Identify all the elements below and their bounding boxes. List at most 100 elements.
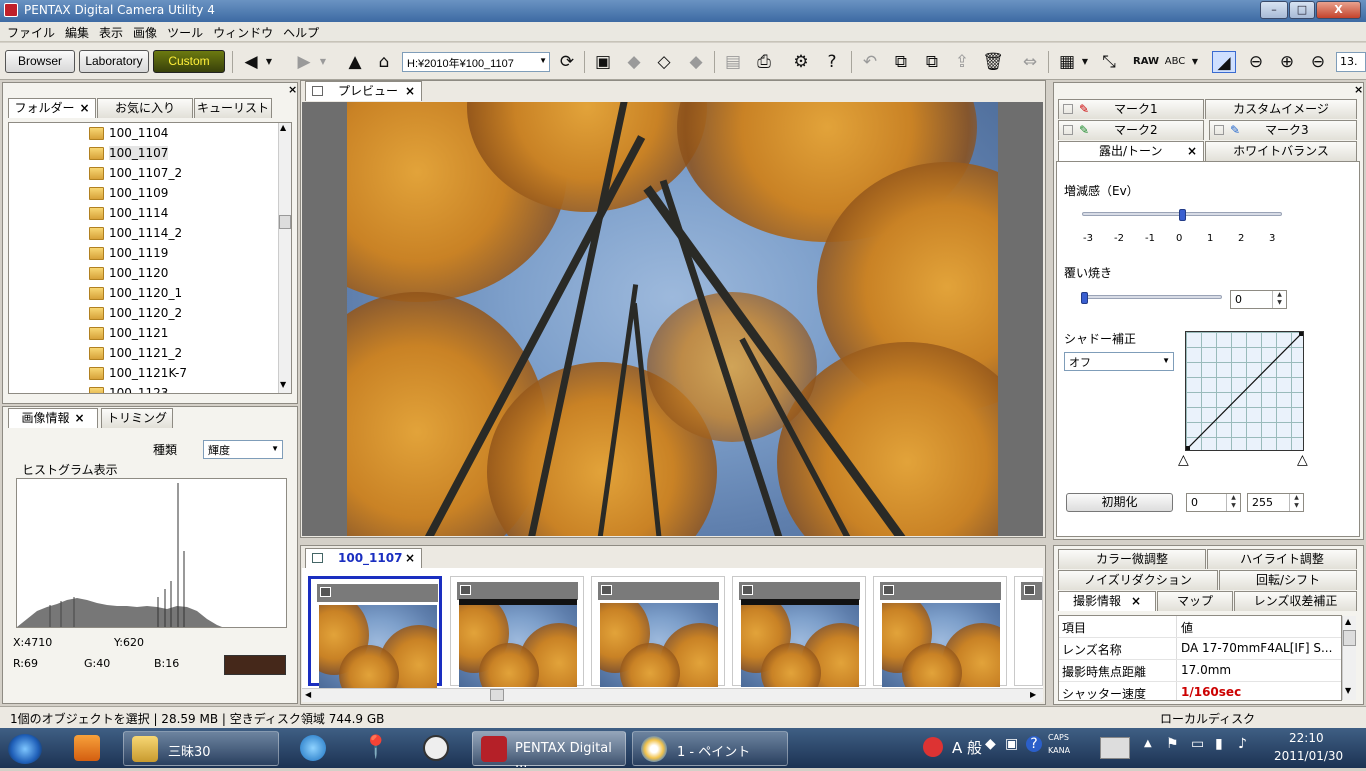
- forward-history-dropdown-icon[interactable]: ▼: [316, 51, 330, 73]
- close-icon[interactable]: ×: [79, 101, 89, 115]
- close-button[interactable]: X: [1316, 1, 1361, 19]
- scroll-thumb[interactable]: [1343, 630, 1356, 646]
- scroll-down-icon[interactable]: ▼: [1345, 686, 1351, 695]
- window-layout-icon[interactable]: ▣: [591, 51, 615, 73]
- handwriting-icon[interactable]: [1100, 737, 1130, 759]
- tab-preview[interactable]: プレビュー ×: [305, 81, 422, 101]
- laboratory-button[interactable]: Laboratory: [79, 50, 149, 73]
- scroll-thumb[interactable]: [490, 689, 504, 701]
- tab-thumbnails[interactable]: 100_1107 ×: [305, 548, 422, 568]
- burn-slider-knob[interactable]: [1081, 292, 1088, 304]
- thumbnail-item[interactable]: [450, 576, 584, 687]
- tab-image-info[interactable]: 画像情報 ×: [8, 408, 98, 428]
- task-paint[interactable]: 1 - ペイント: [632, 731, 788, 766]
- tab-mark3[interactable]: ✎ マーク3: [1209, 120, 1357, 140]
- help-icon[interactable]: ?: [820, 51, 844, 73]
- tab-mark2[interactable]: ✎ マーク2: [1058, 120, 1204, 140]
- menu-window[interactable]: ウィンドウ: [208, 22, 278, 43]
- shadow-select[interactable]: オフ ▼: [1064, 352, 1174, 371]
- up-arrow-icon[interactable]: ▲: [343, 51, 367, 73]
- tab-shooting-info[interactable]: 撮影情報 ×: [1058, 591, 1156, 611]
- close-icon[interactable]: ×: [74, 411, 84, 425]
- folder-item[interactable]: 100_1123: [9, 384, 279, 393]
- ev-slider-knob[interactable]: [1179, 209, 1186, 221]
- tab-white-balance[interactable]: ホワイトバランス: [1205, 141, 1357, 161]
- tab-rotate-shift[interactable]: 回転/シフト: [1219, 570, 1357, 590]
- tab-color-adjust[interactable]: カラー微調整: [1058, 549, 1206, 569]
- folder-item[interactable]: 100_1114: [9, 204, 279, 224]
- tab-mark1[interactable]: ✎ マーク1: [1058, 99, 1204, 119]
- menu-view[interactable]: 表示: [94, 22, 128, 43]
- tab-highlight-adjust[interactable]: ハイライト調整: [1207, 549, 1357, 569]
- minimize-button[interactable]: –: [1260, 1, 1288, 19]
- info-table-scrollbar[interactable]: ▲ ▼: [1342, 616, 1356, 700]
- diamond-prev-icon[interactable]: ◆: [622, 51, 646, 73]
- folder-item[interactable]: 100_1121: [9, 324, 279, 344]
- zoom-out-icon[interactable]: ⊖: [1244, 51, 1268, 73]
- preview-area[interactable]: [302, 102, 1043, 536]
- histogram-toggle-icon[interactable]: ◢: [1212, 51, 1236, 73]
- thumbnail-item[interactable]: [732, 576, 866, 687]
- diamond-icon[interactable]: ◆: [684, 51, 708, 73]
- folder-item[interactable]: 100_1107: [9, 144, 279, 164]
- internet-explorer-icon[interactable]: [300, 735, 326, 761]
- slideshow-icon[interactable]: ▤: [721, 51, 745, 73]
- close-icon[interactable]: ×: [405, 82, 415, 101]
- back-arrow-icon[interactable]: ◀: [239, 51, 263, 73]
- close-icon[interactable]: ×: [405, 549, 415, 568]
- path-combobox[interactable]: H:¥2010年¥100_1107 ▼: [402, 52, 550, 72]
- maximize-button[interactable]: □: [1289, 1, 1315, 19]
- raw-icon[interactable]: RAW: [1133, 51, 1159, 73]
- zoom-in-icon[interactable]: ⊕: [1275, 51, 1299, 73]
- spin-arrows-icon[interactable]: ▲ ▼: [1289, 494, 1303, 511]
- pin-icon[interactable]: 📍: [362, 735, 389, 761]
- ime-help-icon[interactable]: ?: [1026, 736, 1042, 752]
- custom-button[interactable]: Custom: [153, 50, 225, 73]
- network-icon[interactable]: ▮: [1215, 736, 1223, 752]
- task-pentax[interactable]: PENTAX Digital ...: [472, 731, 626, 771]
- tab-curelist[interactable]: キューリスト: [194, 98, 272, 118]
- print-icon[interactable]: ⎙: [752, 51, 776, 73]
- close-icon[interactable]: ×: [1131, 594, 1141, 608]
- spin-arrows-icon[interactable]: ▲ ▼: [1226, 494, 1240, 511]
- folder-item[interactable]: 100_1120_1: [9, 284, 279, 304]
- tone-curve[interactable]: [1185, 331, 1304, 451]
- zoom-fit-icon[interactable]: ⊖: [1306, 51, 1330, 73]
- action-center-icon[interactable]: ⚑: [1166, 736, 1179, 752]
- rename-icon[interactable]: ABC: [1163, 51, 1187, 73]
- menu-tools[interactable]: ツール: [162, 22, 208, 43]
- table-row[interactable]: 撮影時焦点距離 17.0mm: [1059, 660, 1341, 682]
- scroll-thumb[interactable]: [279, 215, 291, 229]
- volume-icon[interactable]: ♪: [1238, 736, 1247, 752]
- ime-tools-icon[interactable]: ◆: [985, 736, 996, 752]
- move-icon[interactable]: ⇪: [950, 51, 974, 73]
- paste-icon[interactable]: ⧉: [920, 51, 944, 73]
- folder-item[interactable]: 100_1114_2: [9, 224, 279, 244]
- grid-dropdown-icon[interactable]: ▼: [1078, 51, 1092, 73]
- media-player-icon[interactable]: [74, 735, 100, 761]
- clock-time[interactable]: 22:10: [1289, 731, 1324, 745]
- clock-app-icon[interactable]: [423, 735, 449, 761]
- scroll-up-icon[interactable]: ▲: [1345, 617, 1351, 626]
- folder-item[interactable]: 100_1119: [9, 244, 279, 264]
- fit-window-icon[interactable]: ⤡: [1097, 51, 1121, 73]
- close-icon[interactable]: ×: [1354, 83, 1363, 96]
- ime-icon[interactable]: [923, 737, 943, 757]
- thumbnail-item[interactable]: [1014, 576, 1043, 686]
- table-row[interactable]: レンズ名称 DA 17-70mmF4AL[IF] S...: [1059, 638, 1341, 660]
- folder-item[interactable]: 100_1109: [9, 184, 279, 204]
- back-history-dropdown-icon[interactable]: ▼: [262, 51, 276, 73]
- menu-help[interactable]: ヘルプ: [278, 22, 324, 43]
- zoom-level-field[interactable]: 13.: [1336, 52, 1366, 72]
- burn-spinbox[interactable]: 0 ▲ ▼: [1230, 290, 1287, 309]
- chevron-down-icon[interactable]: ▼: [539, 56, 547, 65]
- rename-dropdown-icon[interactable]: ▼: [1188, 51, 1202, 73]
- scroll-right-icon[interactable]: ▶: [1030, 690, 1036, 699]
- copy-icon[interactable]: ⧉: [889, 51, 913, 73]
- browser-button[interactable]: Browser: [5, 50, 75, 73]
- checkbox[interactable]: [1063, 104, 1073, 114]
- folder-item[interactable]: 100_1107_2: [9, 164, 279, 184]
- folder-tree-scrollbar[interactable]: ▲ ▼: [278, 123, 291, 393]
- table-row[interactable]: シャッター速度 1/160sec: [1059, 682, 1341, 700]
- folder-item[interactable]: 100_1121_2: [9, 344, 279, 364]
